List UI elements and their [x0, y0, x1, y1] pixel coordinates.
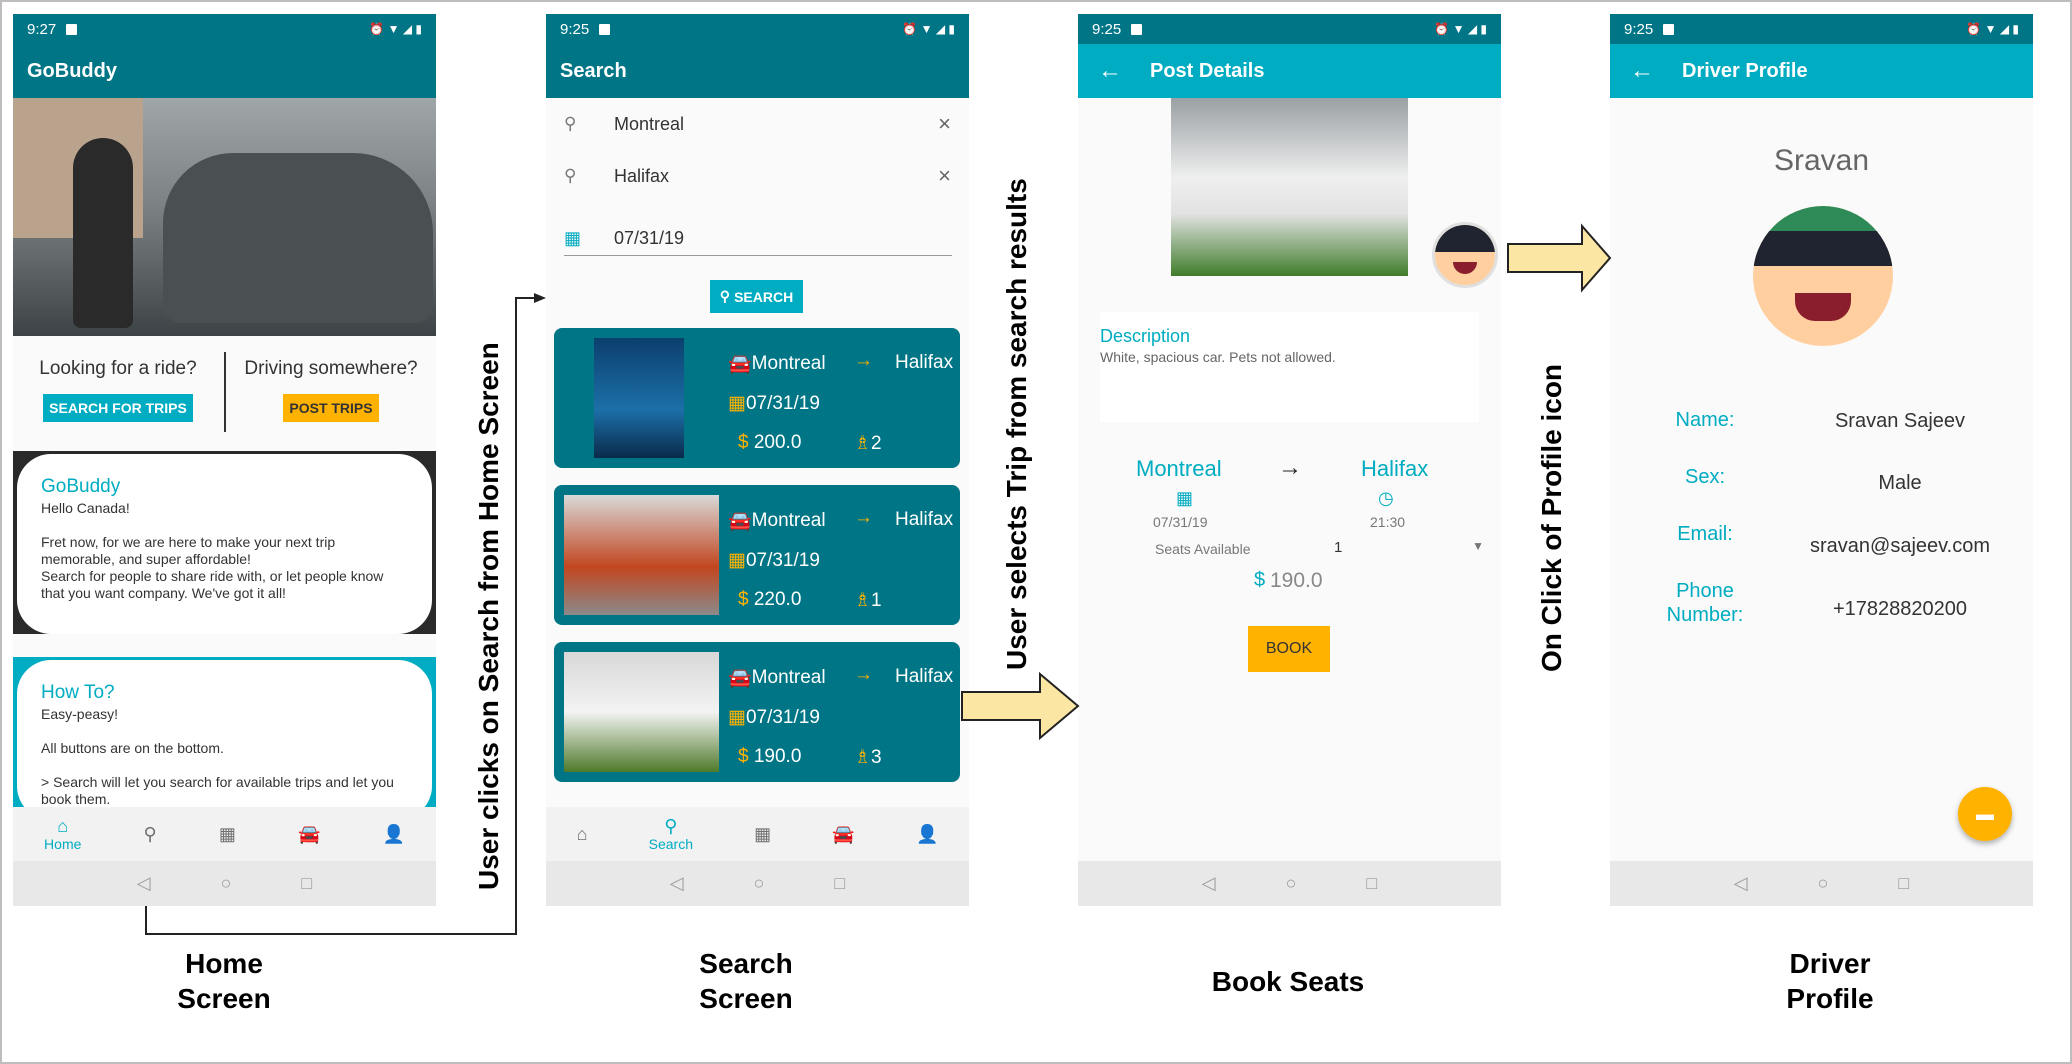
flow-label-home-search: User clicks on Search from Home Screen	[473, 342, 504, 890]
caption-home-line1: Home	[185, 948, 263, 979]
caption-home-line2: Screen	[177, 983, 271, 1014]
caption-search-line2: Screen	[699, 983, 793, 1014]
caption-driver-line2: Profile	[1786, 983, 1874, 1014]
flow-arrows	[145, 223, 1612, 935]
caption-search-line1: Search	[699, 948, 793, 979]
connector-arrowhead	[534, 293, 546, 303]
caption-search: Search Screen	[636, 946, 856, 1016]
flow-arrow-search-book	[961, 671, 1080, 741]
flow-label-search-book: User selects Trip from search results	[1001, 178, 1032, 670]
flow-arrow-book-profile	[1507, 223, 1612, 293]
caption-driver: Driver Profile	[1720, 946, 1940, 1016]
caption-driver-line1: Driver	[1789, 948, 1871, 979]
caption-book: Book Seats	[1211, 966, 1365, 997]
flow-label-book-profile: On Click of Profile icon	[1536, 363, 1567, 672]
caption-home: Home Screen	[114, 946, 334, 1016]
